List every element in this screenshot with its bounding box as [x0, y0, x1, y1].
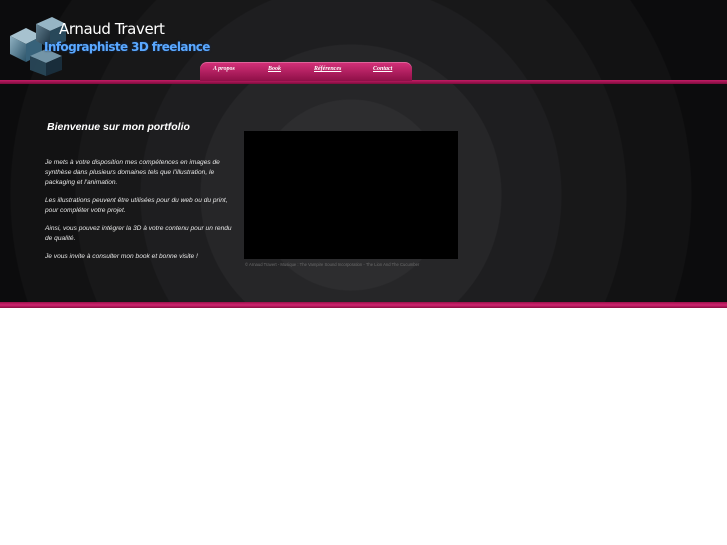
page-background: Arnaud Travert Infographiste 3D freelanc…	[0, 0, 727, 308]
intro-paragraph: Ainsi, vous pouvez intégrer la 3D à votr…	[45, 225, 232, 242]
intro-paragraph: Je mets à votre disposition mes compéten…	[45, 159, 220, 186]
intro-paragraph: Je vous invite à consulter mon book et b…	[45, 253, 198, 260]
bottom-divider	[0, 302, 727, 308]
video-caption: © Arnaud Travert - Musique : The Vampire…	[245, 262, 420, 267]
brand-name: Arnaud Travert	[59, 20, 165, 38]
brand-tagline: Infographiste 3D freelance	[44, 40, 210, 54]
nav-link-a-propos[interactable]: A propos	[213, 66, 235, 72]
intro-text: Je mets à votre disposition mes compéten…	[45, 158, 235, 270]
nav-link-contact[interactable]: Contact	[373, 66, 392, 72]
intro-paragraph: Les illustrations peuvent être utilisées…	[45, 197, 228, 214]
page-title: Bienvenue sur mon portfolio	[47, 121, 190, 133]
video-player[interactable]	[244, 131, 458, 259]
nav-link-book[interactable]: Book	[268, 66, 281, 72]
nav-link-references[interactable]: Références	[314, 66, 341, 72]
main-nav: A propos Book Références Contact	[200, 62, 412, 81]
